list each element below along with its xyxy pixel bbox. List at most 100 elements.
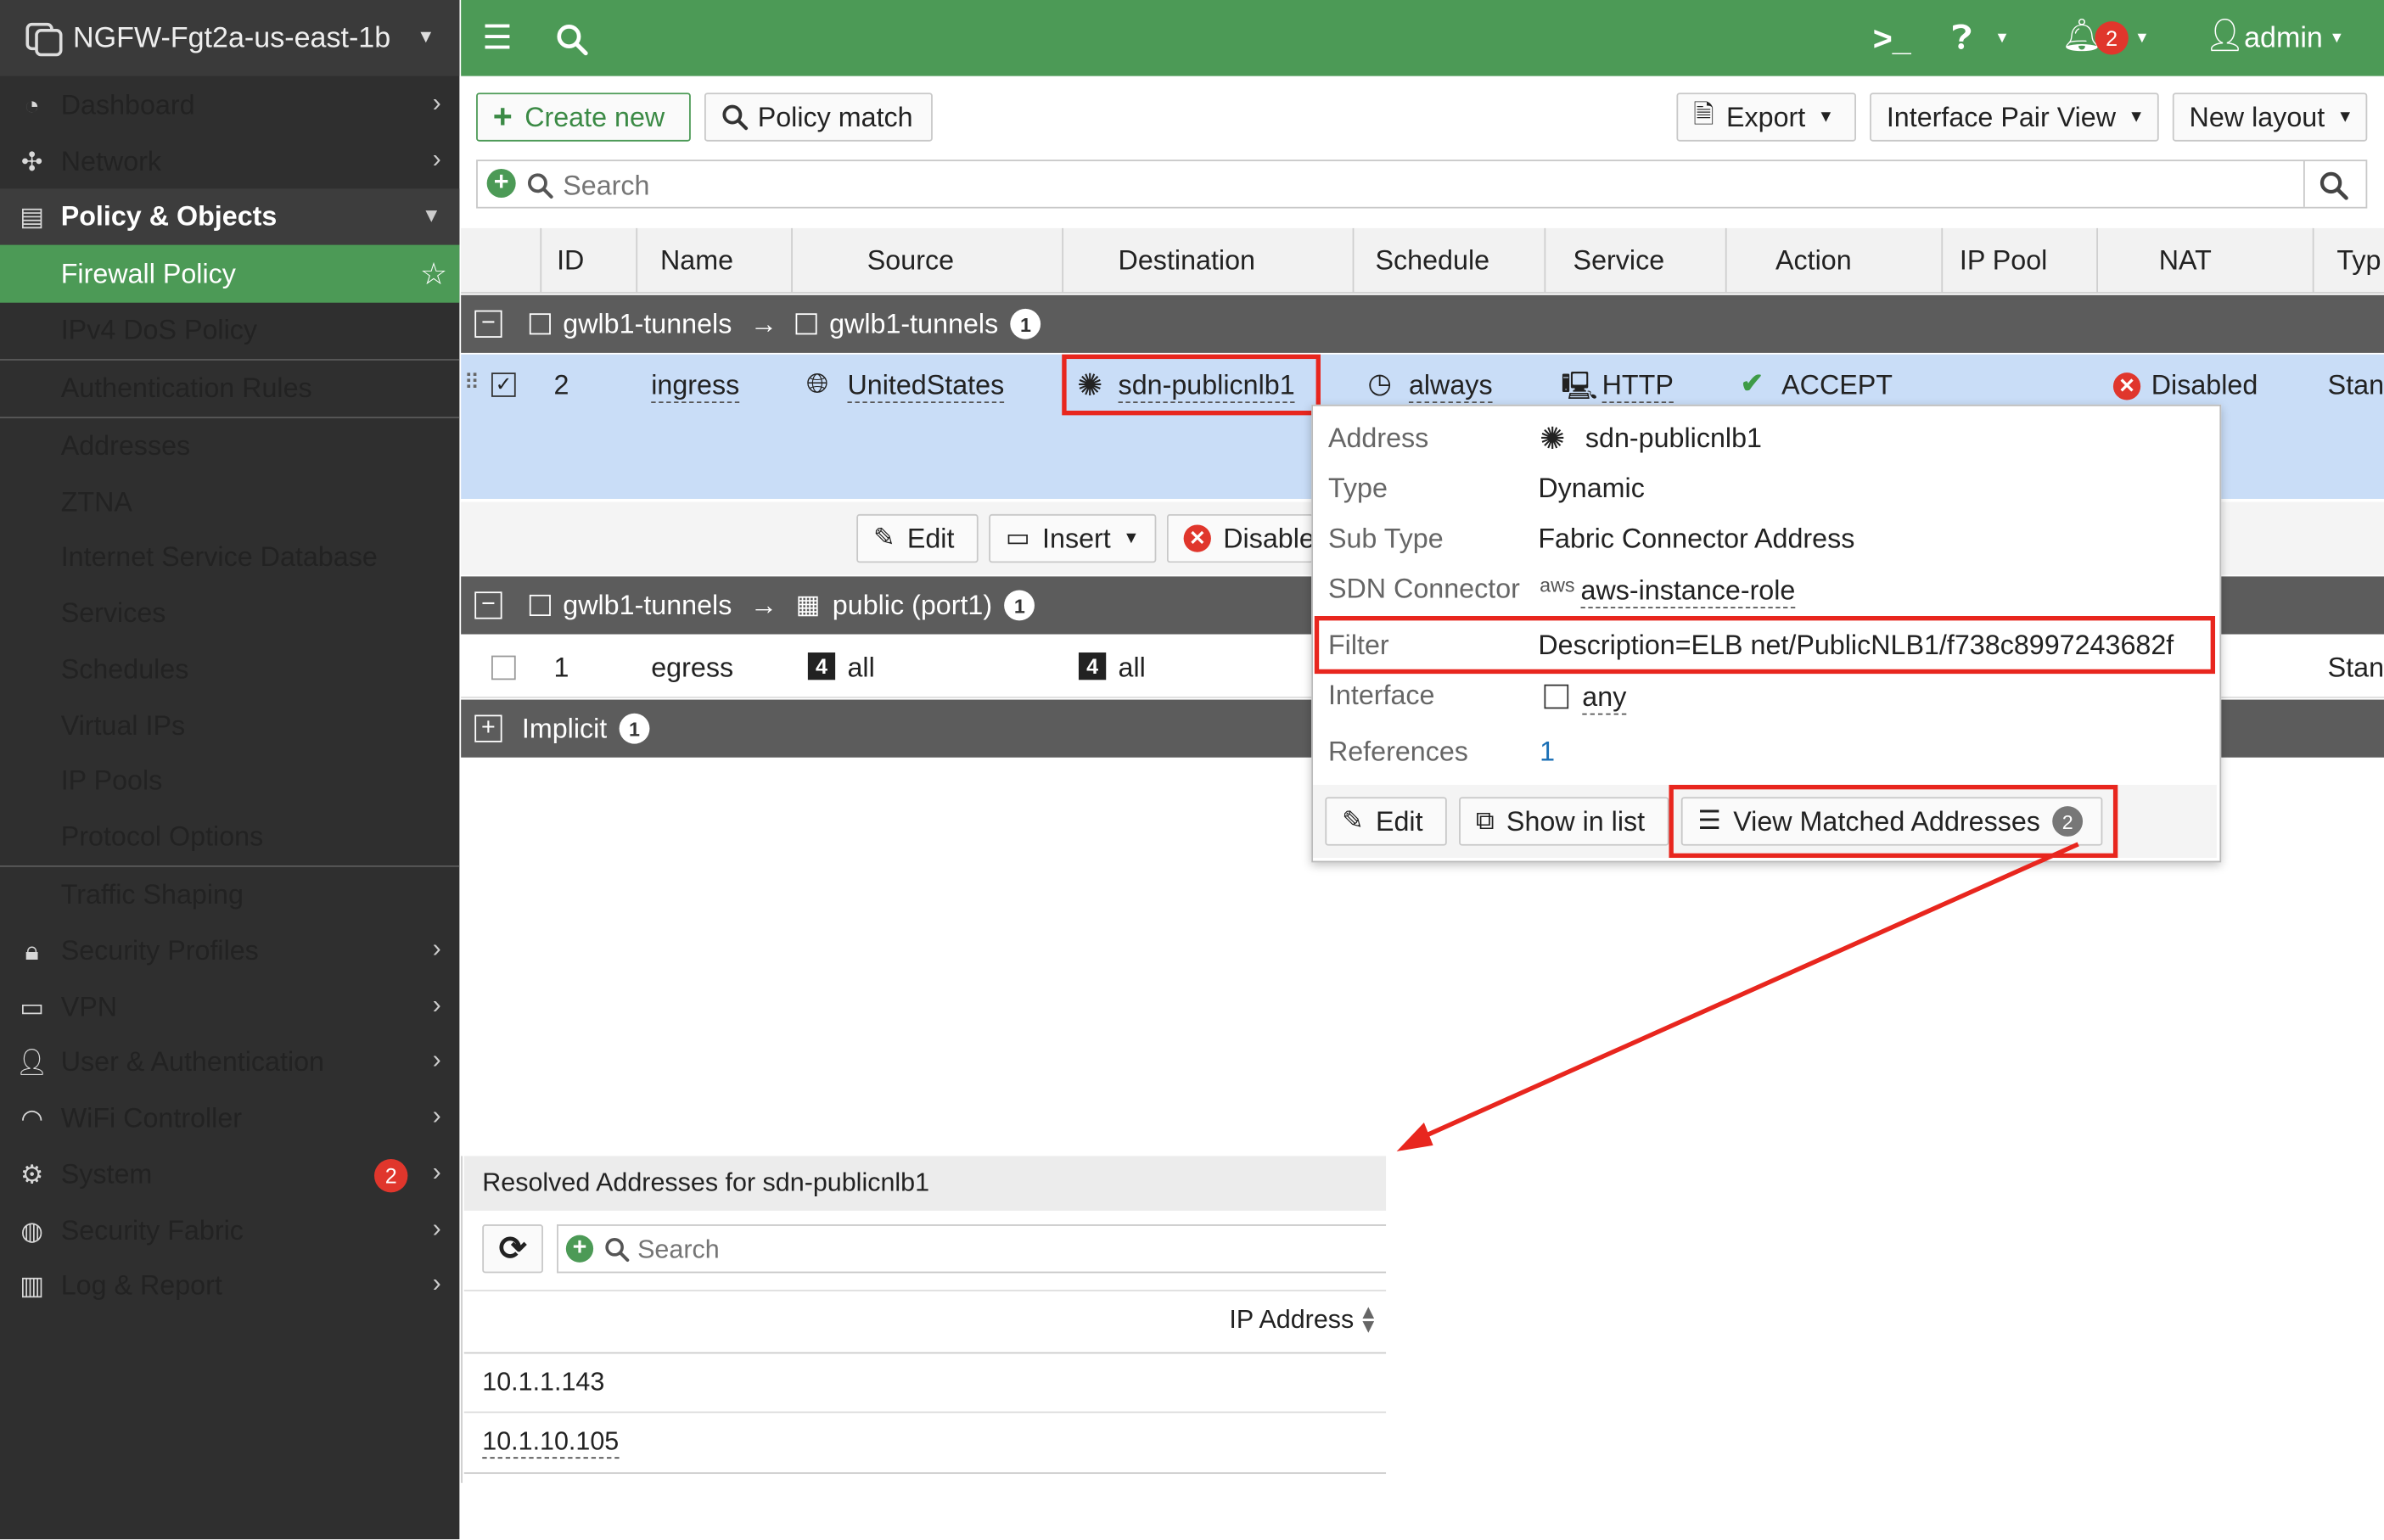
- sidebar-item-label: User & Authentication: [60, 1046, 325, 1078]
- device-header[interactable]: NGFW-Fgt2a-us-east-1b ▼: [0, 0, 460, 76]
- policy-match-label: Policy match: [757, 101, 913, 132]
- chevron-down-icon: ▼: [421, 204, 441, 227]
- globe-icon: 🌐︎: [806, 367, 828, 399]
- wifi-icon: ◠: [20, 1103, 43, 1133]
- sidebar-item-label: Services: [60, 597, 166, 629]
- sidebar-item-dashboard[interactable]: ◔ Dashboard ›: [0, 77, 459, 133]
- interface-pair-view-button[interactable]: Interface Pair View ▼: [1870, 92, 2159, 142]
- sidebar-item-ztna[interactable]: ZTNA: [0, 474, 459, 530]
- expand-icon[interactable]: +: [474, 714, 502, 742]
- row-disable-button[interactable]: ✕ Disable: [1166, 513, 1314, 563]
- group-checkbox[interactable]: [529, 313, 551, 335]
- sidebar-item-label: Security Profiles: [60, 935, 259, 966]
- column-header-destination[interactable]: Destination: [1119, 228, 1255, 292]
- sidebar-item-ip-pools[interactable]: IP Pools: [0, 753, 459, 809]
- sidebar-item-label: Schedules: [60, 653, 189, 685]
- sidebar-item-log-report[interactable]: ▥ Log & Report ›: [0, 1257, 459, 1313]
- collapse-icon[interactable]: −: [474, 310, 502, 338]
- row-name[interactable]: ingress: [651, 370, 740, 404]
- row-service[interactable]: HTTP: [1601, 370, 1674, 404]
- sidebar-item-vpn[interactable]: ▭ VPN ›: [0, 979, 459, 1035]
- add-filter-icon[interactable]: +: [486, 168, 516, 199]
- sidebar-item-label: WiFi Controller: [60, 1102, 243, 1134]
- row-source[interactable]: all: [847, 652, 874, 685]
- sidebar-item-firewall-policy[interactable]: Firewall Policy ☆: [0, 244, 460, 303]
- interface-pair-view-label: Interface Pair View: [1886, 101, 2117, 132]
- system-badge: 2: [373, 1158, 408, 1193]
- column-header-ip-pool[interactable]: IP Pool: [1960, 228, 2047, 292]
- row-edit-button[interactable]: ✎ Edit: [856, 513, 979, 563]
- sidebar-item-policy-objects[interactable]: ▤ Policy & Objects ▼: [0, 188, 460, 245]
- row-insert-button[interactable]: ▭ Insert ▼: [989, 513, 1157, 563]
- search-icon: [605, 1238, 630, 1263]
- row-source[interactable]: UnitedStates: [847, 370, 1005, 404]
- sidebar-item-system[interactable]: ⚙ System 2 ›: [0, 1147, 459, 1203]
- search-submit-icon[interactable]: [2319, 171, 2349, 201]
- sidebar-item-security-fabric[interactable]: ◍ Security Fabric ›: [0, 1203, 459, 1259]
- export-button[interactable]: 🗎 Export ▼: [1676, 92, 1856, 142]
- policy-search-input[interactable]: [559, 165, 2301, 206]
- star-icon[interactable]: ☆: [420, 255, 447, 294]
- popup-value-link[interactable]: any: [1582, 681, 1627, 715]
- sort-icon[interactable]: ▲ ▼: [1359, 1302, 1378, 1335]
- add-filter-icon[interactable]: +: [565, 1235, 594, 1263]
- create-new-button[interactable]: + Create new: [476, 92, 691, 142]
- sidebar-item-security-profiles[interactable]: 🔒︎ Security Profiles ›: [0, 923, 459, 979]
- row-id: 2: [553, 369, 569, 400]
- chevron-down-icon: ▼: [1123, 529, 1140, 548]
- new-layout-button[interactable]: New layout ▼: [2172, 92, 2368, 142]
- column-header-schedule[interactable]: Schedule: [1376, 228, 1490, 292]
- column-header-action[interactable]: Action: [1775, 228, 1852, 292]
- sidebar-item-auth-rules[interactable]: Authentication Rules: [0, 361, 459, 417]
- column-header-ip-address[interactable]: IP Address: [1229, 1305, 1354, 1336]
- user-icon: 👤︎: [15, 1047, 48, 1077]
- row-name[interactable]: egress: [651, 652, 733, 685]
- row-schedule[interactable]: always: [1408, 370, 1493, 404]
- help-icon[interactable]: ❓︎: [1952, 19, 1972, 59]
- group-checkbox[interactable]: [529, 594, 551, 617]
- sidebar-item-dos-policy[interactable]: IPv4 DoS Policy: [0, 303, 459, 359]
- sidebar-item-network[interactable]: ✣ Network ›: [0, 134, 459, 190]
- arrow-right-icon: →: [749, 589, 778, 620]
- sidebar-item-protocol-options[interactable]: Protocol Options: [0, 809, 459, 865]
- row-checkbox[interactable]: [491, 655, 516, 680]
- user-menu[interactable]: admin: [2244, 23, 2323, 56]
- sidebar-item-wifi[interactable]: ◠ WiFi Controller ›: [0, 1090, 459, 1146]
- row-checkbox-checked[interactable]: ✓: [491, 372, 516, 397]
- collapse-icon[interactable]: −: [474, 591, 502, 619]
- sidebar-item-user-auth[interactable]: 👤︎ User & Authentication ›: [0, 1034, 459, 1090]
- menu-icon[interactable]: ☰: [482, 19, 512, 59]
- search-icon[interactable]: [555, 23, 588, 56]
- resolved-search-input[interactable]: [634, 1230, 1372, 1270]
- sidebar-item-label: Security Fabric: [60, 1215, 244, 1246]
- column-header-source[interactable]: Source: [867, 228, 954, 292]
- popup-value-link[interactable]: 1: [1540, 736, 1555, 769]
- refresh-button[interactable]: ⟳: [482, 1224, 543, 1274]
- sidebar-item-schedules[interactable]: Schedules: [0, 641, 459, 697]
- notification-badge: 2: [2095, 21, 2129, 55]
- column-header-id[interactable]: ID: [557, 228, 584, 292]
- sidebar-item-traffic-shaping[interactable]: Traffic Shaping: [0, 867, 459, 923]
- popup-key: Filter: [1327, 630, 1389, 660]
- new-layout-label: New layout: [2189, 101, 2325, 132]
- popup-value-link[interactable]: aws-instance-role: [1580, 575, 1796, 609]
- column-header-nat[interactable]: NAT: [2159, 228, 2212, 292]
- row-destination[interactable]: all: [1119, 652, 1146, 685]
- user-avatar-icon: 👤︎: [2204, 18, 2246, 53]
- popup-key: References: [1327, 736, 1468, 767]
- destination-highlight: [1062, 354, 1321, 416]
- row-disable-label: Disable: [1223, 522, 1314, 553]
- column-header-service[interactable]: Service: [1573, 228, 1665, 292]
- panel-border: [461, 1156, 463, 1483]
- sidebar-item-virtual-ips[interactable]: Virtual IPs: [0, 698, 459, 754]
- policy-group-header[interactable]: − gwlb1-tunnels → gwlb1-tunnels 1: [461, 294, 2384, 353]
- column-header-type[interactable]: Typ: [2336, 228, 2381, 292]
- policy-match-button[interactable]: Policy match: [704, 92, 933, 142]
- cli-console-icon[interactable]: >_: [1873, 20, 1911, 59]
- column-header-name[interactable]: Name: [660, 228, 733, 292]
- drag-handle-icon[interactable]: ⠿: [464, 370, 480, 395]
- sidebar-item-services[interactable]: Services: [0, 585, 459, 641]
- sidebar-item-addresses[interactable]: Addresses: [0, 418, 459, 474]
- lock-icon: 🔒︎: [25, 936, 39, 966]
- sidebar-item-isdb[interactable]: Internet Service Database: [0, 529, 459, 585]
